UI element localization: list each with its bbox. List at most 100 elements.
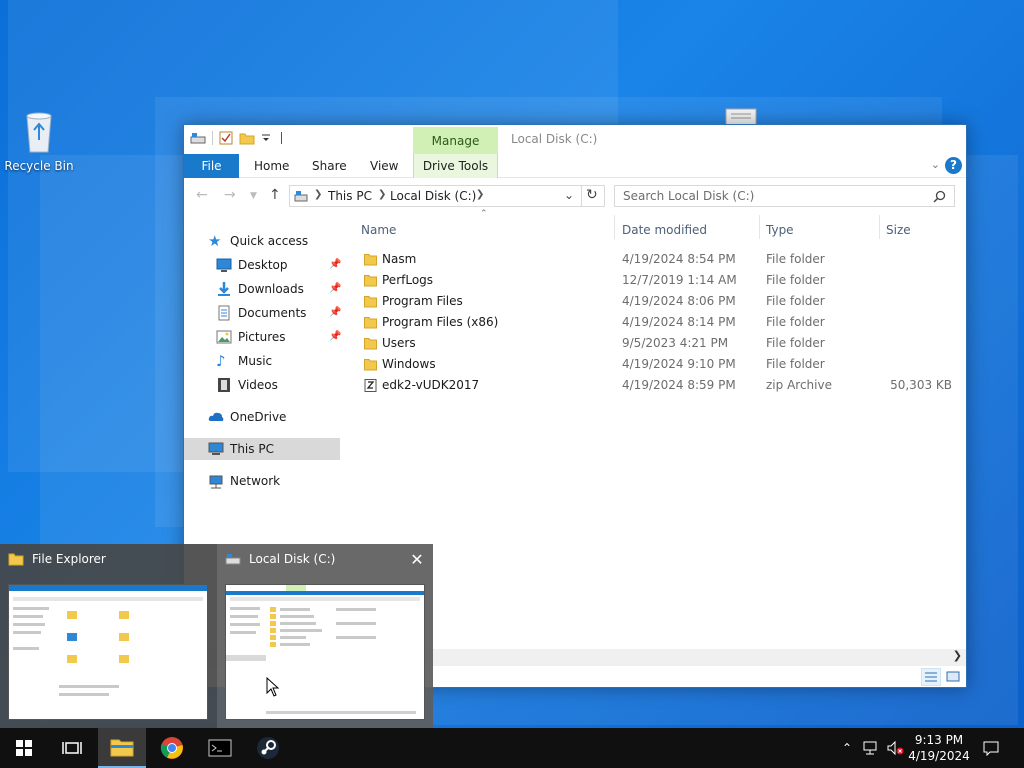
taskbar-file-explorer[interactable] [98, 728, 146, 768]
up-icon[interactable]: ↑ [269, 187, 281, 203]
tab-file[interactable]: File [184, 154, 239, 178]
cloud-icon [208, 412, 224, 421]
nav-item-desktop[interactable]: Desktop 📌 [216, 254, 341, 276]
show-hidden-icons-button[interactable]: ⌃ [838, 728, 856, 768]
file-row[interactable]: PerfLogs 12/7/2019 1:14 AM File folder [354, 270, 966, 291]
refresh-icon[interactable]: ↻ [586, 187, 598, 203]
taskbar-chrome[interactable] [148, 728, 196, 768]
chrome-icon [160, 737, 183, 759]
nav-network[interactable]: Network [208, 470, 280, 492]
nav-this-pc[interactable]: This PC [184, 438, 340, 460]
help-icon[interactable]: ? [945, 157, 962, 174]
breadcrumb-this-pc[interactable]: This PC [328, 189, 372, 203]
nav-item-music[interactable]: ♪ Music [216, 350, 272, 372]
nav-label: Videos [238, 378, 278, 392]
properties-icon[interactable] [219, 131, 233, 145]
nav-item-downloads[interactable]: Downloads 📌 [216, 278, 341, 300]
nav-label: Documents [238, 306, 307, 320]
address-row: ← → ▼ ↑ ❯ This PC ❯ Local Disk (C:) ❯ ⌄ … [184, 181, 966, 211]
quick-access-toolbar [190, 131, 282, 145]
mouse-cursor-icon [266, 677, 280, 697]
file-name: Users [382, 336, 416, 350]
terminal-icon [208, 739, 232, 757]
taskbar-steam[interactable] [244, 728, 292, 768]
nav-item-videos[interactable]: Videos [216, 374, 278, 396]
computer-icon [208, 442, 224, 455]
thumbnail-local-disk[interactable]: Local Disk (C:) [225, 552, 335, 566]
desktop-icon-recycle-bin[interactable]: Recycle Bin [3, 108, 75, 173]
taskbar-terminal[interactable] [196, 728, 244, 768]
preview-detail [67, 611, 77, 619]
thumbnail-preview[interactable] [225, 584, 425, 720]
tab-view[interactable]: View [360, 154, 408, 178]
column-header-name[interactable]: Name [361, 219, 611, 241]
network-status-icon[interactable] [860, 728, 882, 768]
recent-locations-icon[interactable]: ▼ [250, 191, 257, 201]
breadcrumb-separator-icon: ❯ [314, 189, 323, 200]
file-row[interactable]: Nasm 4/19/2024 8:54 PM File folder [354, 249, 966, 270]
pin-icon[interactable]: 📌 [329, 302, 341, 324]
large-icons-view-button[interactable] [943, 668, 963, 686]
preview-detail [9, 585, 207, 591]
column-header-type[interactable]: Type [766, 219, 866, 241]
file-name: PerfLogs [382, 273, 434, 287]
column-header-date[interactable]: Date modified [622, 219, 752, 241]
file-row[interactable]: Users 9/5/2023 4:21 PM File folder [354, 333, 966, 354]
nav-item-documents[interactable]: Documents 📌 [216, 302, 341, 324]
manage-context-tab[interactable]: Manage [413, 127, 498, 155]
scroll-right-icon[interactable]: ❯ [953, 649, 962, 662]
pin-icon[interactable]: 📌 [329, 326, 341, 348]
preview-detail [119, 633, 129, 641]
drive-icon[interactable] [190, 131, 206, 145]
preview-detail [226, 591, 424, 595]
tab-drive-tools[interactable]: Drive Tools [413, 154, 498, 178]
ribbon-expand-icon[interactable]: ⌄ [931, 158, 940, 171]
file-date: 4/19/2024 8:59 PM [622, 378, 736, 392]
thumbnail-file-explorer[interactable]: File Explorer [8, 552, 106, 566]
ribbon-tabs: File Home Share View Drive Tools ⌄ ? [184, 154, 966, 178]
new-folder-icon[interactable] [239, 131, 255, 145]
search-input[interactable]: Search Local Disk (C:) [614, 185, 955, 207]
folder-icon [364, 254, 377, 266]
nav-label: Music [238, 354, 273, 368]
qat-dropdown-icon[interactable] [261, 131, 271, 145]
address-dropdown-icon[interactable]: ⌄ [564, 188, 574, 202]
clock-time: 9:13 PM [914, 733, 964, 747]
pin-icon[interactable]: 📌 [329, 278, 341, 300]
folder-icon [364, 275, 377, 287]
file-row[interactable]: Windows 4/19/2024 9:10 PM File folder [354, 354, 966, 375]
pin-icon[interactable]: 📌 [329, 254, 341, 276]
clock[interactable]: 9:13 PM 4/19/2024 [898, 732, 980, 764]
nav-item-pictures[interactable]: Pictures 📌 [216, 326, 341, 348]
folder-icon [364, 317, 377, 329]
file-row[interactable]: Program Files 4/19/2024 8:06 PM File folde… [354, 291, 966, 312]
nav-quick-access[interactable]: ★ Quick access [208, 230, 308, 252]
details-view-button[interactable] [921, 668, 941, 686]
address-bar[interactable]: ❯ This PC ❯ Local Disk (C:) ❯ ⌄ ↻ [289, 185, 605, 207]
column-divider [759, 215, 760, 239]
file-type: File folder [766, 336, 825, 350]
music-icon: ♪ [216, 352, 226, 370]
folder-icon [364, 296, 377, 308]
file-size: 50,303 KB [890, 378, 952, 392]
file-type: File folder [766, 252, 825, 266]
action-center-button[interactable] [978, 728, 1004, 768]
file-row[interactable]: edk2-vUDK2017 4/19/2024 8:59 PM zip Archiv… [354, 375, 966, 396]
close-icon[interactable]: ✕ [406, 550, 428, 569]
start-button[interactable] [0, 728, 48, 768]
thumbnail-preview[interactable] [8, 584, 208, 720]
search-placeholder: Search Local Disk (C:) [623, 189, 755, 203]
file-type: File folder [766, 357, 825, 371]
nav-onedrive[interactable]: OneDrive [208, 406, 286, 428]
column-header-size[interactable]: Size [886, 219, 956, 241]
tab-home[interactable]: Home [244, 154, 299, 178]
tab-share[interactable]: Share [302, 154, 357, 178]
file-list: ⌃ Name Date modified Type Size Nasm 4/19/… [354, 209, 966, 645]
breadcrumb-local-disk[interactable]: Local Disk (C:) [390, 189, 476, 203]
column-divider [879, 215, 880, 239]
task-view-button[interactable] [48, 728, 96, 768]
file-name: Program Files (x86) [382, 315, 499, 329]
back-icon[interactable]: ← [196, 187, 208, 203]
file-row[interactable]: Program Files (x86) 4/19/2024 8:14 PM File… [354, 312, 966, 333]
forward-icon[interactable]: → [224, 187, 236, 203]
